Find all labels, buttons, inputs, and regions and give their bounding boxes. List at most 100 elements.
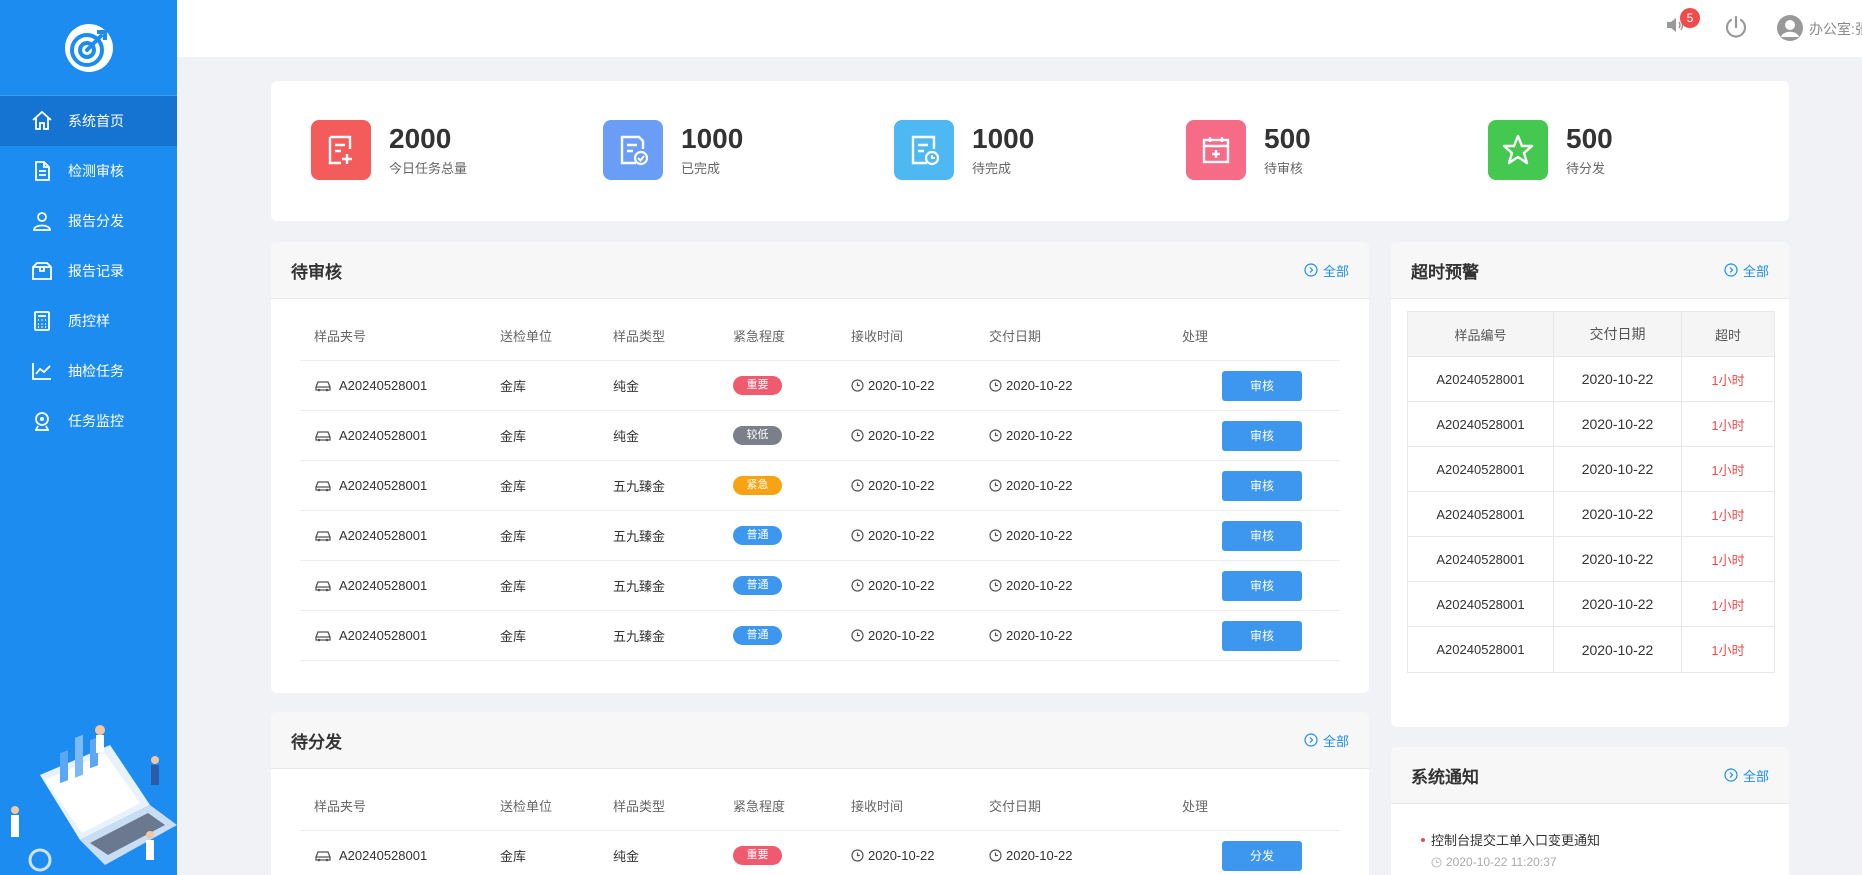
table-row: A20240528001 金库 五九臻金 普通 2020-10-22 2020-… (300, 611, 1340, 661)
target-logo-icon (64, 23, 113, 72)
received-time: 2020-10-22 (868, 578, 935, 593)
stats-card: 2000 今日任务总量 1000 已完成 1000 待完成 500 待审核 500 待分发 (271, 81, 1789, 221)
home-icon (32, 110, 52, 130)
delivery-date: 2020-10-22 (1554, 357, 1682, 401)
sidebar-item-label: 抽检任务 (68, 363, 124, 379)
delivery-date: 2020-10-22 (1006, 528, 1073, 543)
app-logo (0, 0, 177, 96)
clock-icon (851, 529, 864, 542)
sample-id: A20240528001 (339, 848, 428, 863)
urgency-tag: 普通 (733, 626, 782, 645)
delivery-date: 2020-10-22 (1006, 848, 1073, 863)
column-header: 处理 (1182, 329, 1209, 344)
overdue-table: 样品编号 交付日期 超时 A20240528001 2020-10-22 1小时 A… (1407, 311, 1775, 673)
box-icon (32, 262, 52, 280)
delivery-date: 2020-10-22 (1554, 627, 1682, 672)
stat-to-distribute[interactable]: 500 待分发 (1488, 120, 1613, 180)
urgency-tag: 重要 (733, 376, 782, 395)
card-title: 系统通知 (1411, 767, 1479, 787)
view-all-link[interactable]: 全部 (1304, 261, 1349, 280)
sidebar-item-label: 质控样 (68, 313, 110, 329)
notice-title: 控制台提交工单入口变更通知 (1431, 833, 1601, 848)
car-icon (315, 530, 331, 541)
stat-pending[interactable]: 1000 待完成 (894, 120, 1034, 180)
review-button[interactable]: 审核 (1222, 620, 1302, 651)
sample-id: A20240528001 (339, 578, 428, 593)
sidebar-item-records[interactable]: 报告记录 (0, 246, 177, 296)
clock-icon (851, 379, 864, 392)
column-header: 样品夹号 (314, 329, 367, 344)
review-button[interactable]: 审核 (1222, 570, 1302, 601)
user-name[interactable]: 办公室:张 (1809, 19, 1862, 39)
view-all-link[interactable]: 全部 (1724, 261, 1769, 280)
doc-clock-icon (894, 120, 954, 180)
distribute-button[interactable]: 分发 (1222, 840, 1302, 871)
table-row: A20240528001 2020-10-22 1小时 (1408, 492, 1774, 537)
overdue-duration: 1小时 (1711, 552, 1745, 568)
sidebar-item-monitor[interactable]: 任务监控 (0, 396, 177, 446)
car-icon (315, 430, 331, 441)
stat-total-tasks[interactable]: 2000 今日任务总量 (311, 120, 467, 180)
review-button[interactable]: 审核 (1222, 370, 1302, 401)
stat-to-review[interactable]: 500 待审核 (1186, 120, 1311, 180)
table-row: A20240528001 2020-10-22 1小时 (1408, 627, 1774, 672)
sample-id: A20240528001 (339, 528, 428, 543)
urgency-tag: 普通 (733, 526, 782, 545)
overdue-duration: 1小时 (1711, 372, 1745, 388)
received-time: 2020-10-22 (868, 628, 935, 643)
notice-item[interactable]: 控制台提交工单入口变更通知 2020-10-22 11:20:37 (1421, 830, 1600, 869)
delivery-date: 2020-10-22 (1554, 492, 1682, 536)
column-header: 处理 (1182, 799, 1209, 814)
review-button[interactable]: 审核 (1222, 420, 1302, 451)
table-row: A20240528001 2020-10-22 1小时 (1408, 582, 1774, 627)
clock-icon (989, 529, 1002, 542)
sidebar-item-review[interactable]: 检测审核 (0, 146, 177, 196)
notice-time: 2020-10-22 11:20:37 (1446, 855, 1557, 869)
clock-icon (989, 579, 1002, 592)
stat-completed[interactable]: 1000 已完成 (603, 120, 743, 180)
sample-id: A20240528001 (339, 428, 428, 443)
card-title: 待审核 (291, 262, 342, 282)
sample-id: A20240528001 (339, 628, 428, 643)
power-button[interactable] (1723, 14, 1749, 43)
review-button[interactable]: 审核 (1222, 470, 1302, 501)
view-all-link[interactable]: 全部 (1724, 766, 1769, 785)
sidebar-item-sampling[interactable]: 抽检任务 (0, 346, 177, 396)
sidebar-item-quality[interactable]: 质控样 (0, 296, 177, 346)
stat-label: 今日任务总量 (389, 160, 468, 176)
sample-id: A20240528001 (1408, 582, 1554, 626)
clock-icon (1431, 856, 1442, 868)
power-icon (1725, 15, 1747, 38)
sidebar-item-home[interactable]: 系统首页 (0, 96, 177, 146)
sidebar-item-distribute[interactable]: 报告分发 (0, 196, 177, 246)
unit-cell: 金库 (500, 479, 527, 494)
sidebar: 系统首页 检测审核 报告分发 报告记录 质控样 抽检任务 任务监控 (0, 0, 177, 875)
column-header: 样品类型 (613, 329, 666, 344)
chevron-circle-icon (1724, 263, 1738, 277)
received-time: 2020-10-22 (868, 848, 935, 863)
type-cell: 五九臻金 (613, 629, 666, 644)
table-row: A20240528001 金库 纯金 重要 2020-10-22 2020-10… (300, 831, 1340, 875)
clock-icon (989, 629, 1002, 642)
top-header: 5 办公室:张 (177, 0, 1862, 57)
card-title: 超时预警 (1411, 262, 1479, 282)
delivery-date: 2020-10-22 (1006, 478, 1073, 493)
table-row: A20240528001 金库 纯金 重要 2020-10-22 2020-10… (300, 361, 1340, 411)
table-row: A20240528001 金库 五九臻金 紧急 2020-10-22 2020-… (300, 461, 1340, 511)
review-button[interactable]: 审核 (1222, 520, 1302, 551)
overdue-duration: 1小时 (1711, 597, 1745, 613)
type-cell: 五九臻金 (613, 479, 666, 494)
notification-button[interactable]: 5 (1664, 8, 1700, 39)
user-avatar[interactable] (1776, 14, 1804, 45)
column-header: 送检单位 (500, 329, 553, 344)
sidebar-item-label: 任务监控 (68, 413, 124, 429)
view-all-link[interactable]: 全部 (1304, 731, 1349, 750)
user-icon (1777, 15, 1803, 41)
distribute-icon (33, 212, 51, 231)
column-header: 交付日期 (989, 329, 1042, 344)
type-cell: 纯金 (613, 849, 640, 864)
card-header: 系统通知 全部 (1391, 747, 1789, 804)
stat-label: 待分发 (1566, 160, 1606, 176)
stat-label: 待完成 (972, 160, 1012, 176)
type-cell: 五九臻金 (613, 579, 666, 594)
